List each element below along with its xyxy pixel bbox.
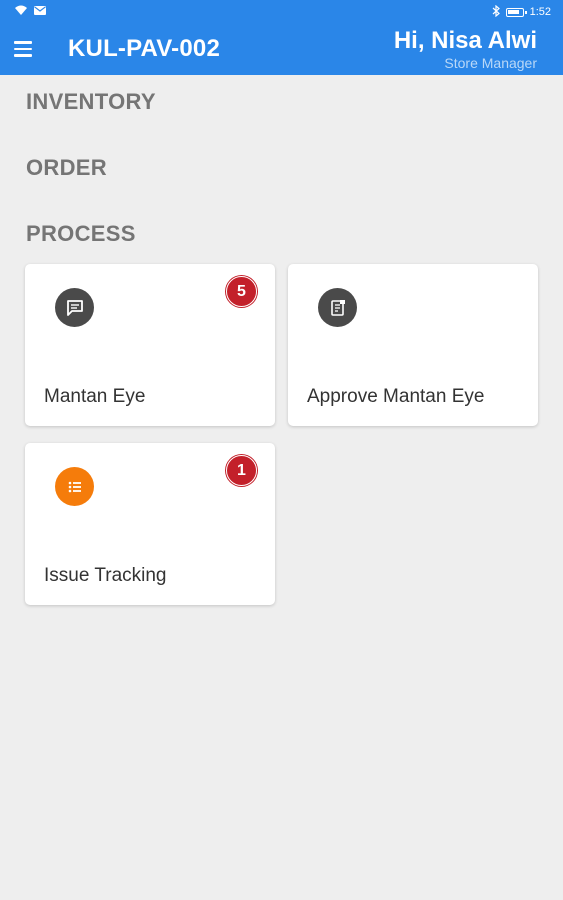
user-role: Store Manager bbox=[444, 55, 537, 71]
card-mantan-eye[interactable]: 5 Mantan Eye bbox=[25, 264, 275, 426]
section-process: PROCESS bbox=[26, 221, 136, 246]
store-code: KUL-PAV-002 bbox=[68, 35, 221, 62]
menu-icon[interactable] bbox=[14, 38, 40, 60]
card-approve-mantan-eye[interactable]: Approve Mantan Eye bbox=[288, 264, 538, 426]
card-label: Issue Tracking bbox=[44, 565, 167, 586]
list-icon bbox=[55, 467, 94, 506]
wifi-icon bbox=[14, 5, 28, 19]
notification-badge: 1 bbox=[226, 455, 257, 486]
mail-icon bbox=[34, 6, 46, 18]
card-label: Approve Mantan Eye bbox=[307, 386, 485, 407]
section-inventory[interactable]: INVENTORY bbox=[26, 89, 156, 115]
status-time: 1:52 bbox=[529, 6, 551, 18]
document-icon bbox=[318, 288, 357, 327]
section-order[interactable]: ORDER bbox=[26, 155, 107, 181]
bluetooth-icon bbox=[492, 4, 500, 20]
card-label: Mantan Eye bbox=[44, 386, 146, 407]
notification-badge: 5 bbox=[226, 276, 257, 307]
status-bar: 1:52 bbox=[0, 0, 563, 24]
card-issue-tracking[interactable]: 1 Issue Tracking bbox=[25, 443, 275, 605]
app-bar: KUL-PAV-002 Hi, Nisa Alwi Store Manager bbox=[0, 24, 563, 75]
chat-icon bbox=[55, 288, 94, 327]
user-greeting: Hi, Nisa Alwi bbox=[393, 27, 537, 54]
battery-icon bbox=[505, 7, 527, 17]
